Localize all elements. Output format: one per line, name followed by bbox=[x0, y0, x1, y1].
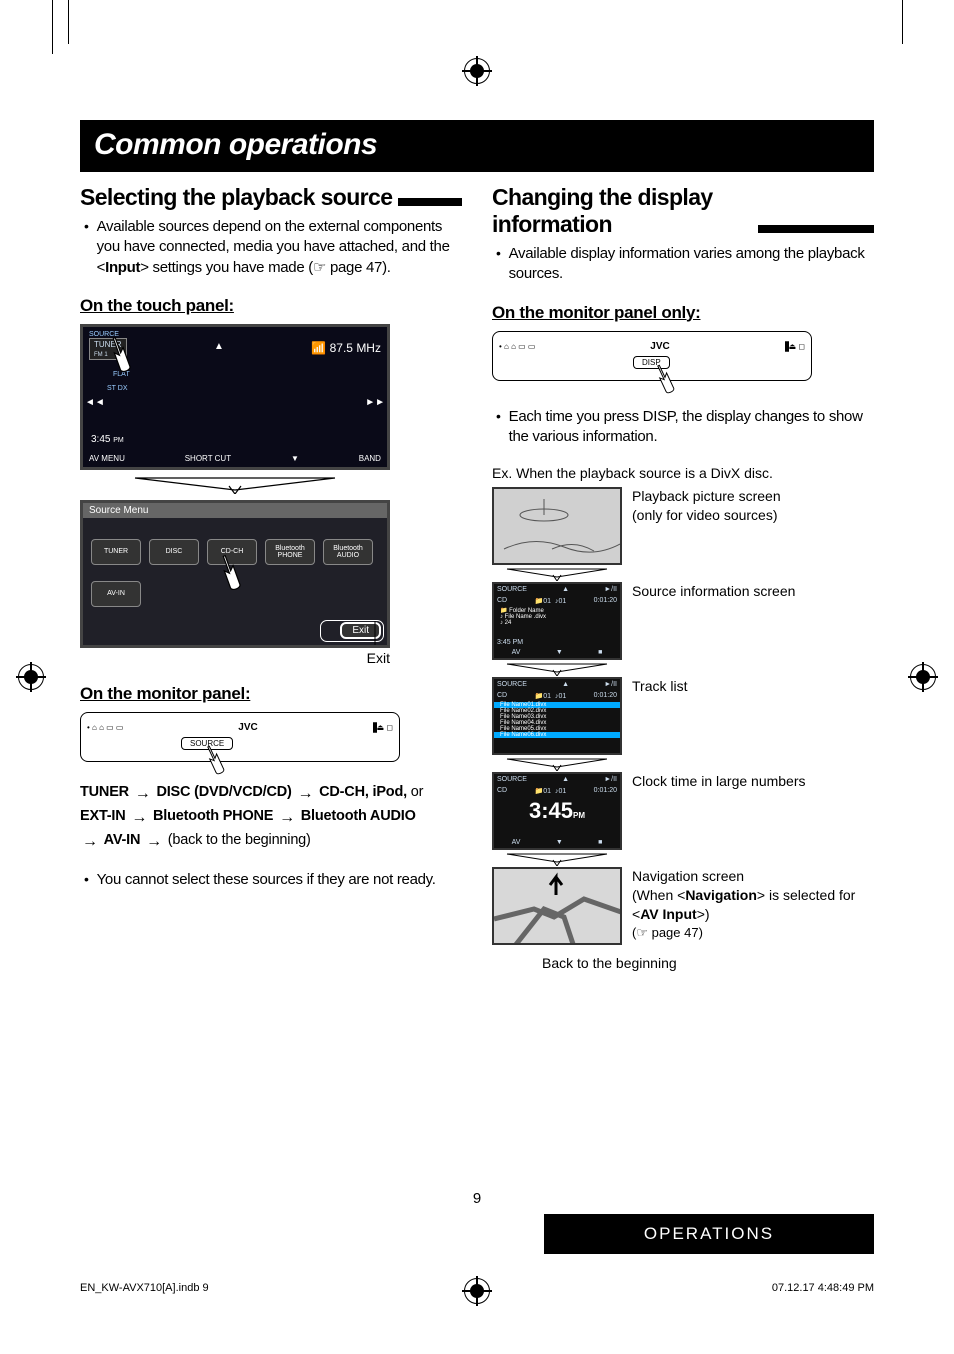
registration-mark-right bbox=[910, 664, 936, 690]
right-column: Changing the display information • Avail… bbox=[492, 184, 874, 971]
page-title: Common operations bbox=[80, 120, 874, 172]
heading-text: Selecting the playback source bbox=[80, 184, 392, 211]
figure-touch-panel: SOURCE TUNER FM 1 ▲ 📶 87.5 MHz FLAT ST D… bbox=[80, 324, 390, 470]
display-item-clock: SOURCE▲►/II CD📁01 ♪010:01:20 3:45PM AV▼■… bbox=[492, 772, 874, 850]
crop-tick bbox=[52, 0, 53, 54]
thumb-track-list: SOURCE▲►/II CD📁01 ♪010:01:20 File Name01… bbox=[492, 677, 622, 755]
thumb-clock: SOURCE▲►/II CD📁01 ♪010:01:20 3:45PM AV▼■ bbox=[492, 772, 622, 850]
figure-source-menu: Source Menu TUNER DISC CD-CH Bluetooth P… bbox=[80, 500, 390, 648]
display-item-source-info: SOURCE▲►/II CD📁01 ♪010:01:20 📁 Folder Na… bbox=[492, 582, 874, 660]
exit-caption: Exit bbox=[80, 650, 390, 666]
print-meta: EN_KW-AVX710[A].indb 9 07.12.17 4:48:49 … bbox=[80, 1282, 874, 1294]
transition-arrows bbox=[492, 662, 622, 676]
crop-tick bbox=[902, 0, 903, 44]
section-heading-display: Changing the display information bbox=[492, 184, 874, 238]
figure-monitor-panel-disp: • ⌂ ⌂ ▭ ▭ JVC ⏏ ◻ DISP bbox=[492, 331, 812, 381]
section-tab: OPERATIONS bbox=[544, 1214, 874, 1254]
left-column: Selecting the playback source • Availabl… bbox=[80, 184, 462, 971]
crop-tick bbox=[68, 0, 69, 44]
subheading-monitor: On the monitor panel: bbox=[80, 684, 462, 704]
page-number: 9 bbox=[473, 1190, 481, 1207]
print-file: EN_KW-AVX710[A].indb 9 bbox=[80, 1282, 209, 1294]
example-note: Ex. When the playback source is a DivX d… bbox=[492, 465, 874, 481]
print-timestamp: 07.12.17 4:48:49 PM bbox=[772, 1282, 874, 1294]
registration-mark-left bbox=[18, 664, 44, 690]
section-heading-playback: Selecting the playback source bbox=[80, 184, 462, 211]
figure-monitor-panel-source: • ⌂ ⌂ ▭ ▭ JVC ⏏ ◻ SOURCE bbox=[80, 712, 400, 762]
heading-rule bbox=[398, 198, 462, 206]
bullet-cannot-select: • You cannot select these sources if the… bbox=[84, 870, 462, 890]
thumb-navigation bbox=[492, 867, 622, 945]
transition-arrows bbox=[80, 476, 390, 494]
thumb-playback bbox=[492, 487, 622, 565]
bullet-disp-press: • Each time you press DISP, the display … bbox=[496, 407, 874, 448]
display-item-navigation: Navigation screen (When <Navigation> is … bbox=[492, 867, 874, 945]
bullet-sources: • Available sources depend on the extern… bbox=[84, 217, 462, 278]
subheading-monitor-only: On the monitor panel only: bbox=[492, 303, 874, 323]
display-item-track-list: SOURCE▲►/II CD📁01 ♪010:01:20 File Name01… bbox=[492, 677, 874, 755]
bullet-display-varies: • Available display information varies a… bbox=[496, 244, 874, 285]
source-cycle: TUNER → DISC (DVD/VCD/CD) → CD-CH, iPod,… bbox=[80, 780, 462, 852]
heading-rule bbox=[758, 225, 874, 233]
transition-arrows bbox=[492, 757, 622, 771]
transition-arrows bbox=[492, 567, 622, 581]
callout-line bbox=[345, 617, 385, 647]
registration-mark-top bbox=[464, 58, 490, 84]
transition-arrows bbox=[492, 852, 622, 866]
back-to-beginning: Back to the beginning bbox=[542, 955, 874, 971]
thumb-source-info: SOURCE▲►/II CD📁01 ♪010:01:20 📁 Folder Na… bbox=[492, 582, 622, 660]
footer: 9 OPERATIONS bbox=[80, 1214, 874, 1254]
display-item-playback-picture: Playback picture screen (only for video … bbox=[492, 487, 874, 565]
subheading-touch: On the touch panel: bbox=[80, 296, 462, 316]
registration-mark-bottom bbox=[464, 1278, 490, 1304]
